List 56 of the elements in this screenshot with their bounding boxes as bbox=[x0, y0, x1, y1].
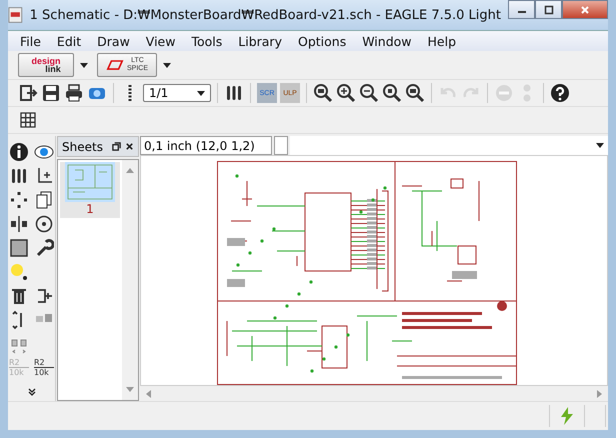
window-title: 1 Schematic - D:₩MonsterBoard₩RedBoard-v21.sch - EAGLE 7.5.0 Light bbox=[30, 8, 501, 22]
close-icon[interactable] bbox=[125, 142, 134, 151]
sheet-item[interactable]: 1 bbox=[60, 162, 120, 218]
zoom-in-icon[interactable] bbox=[336, 83, 356, 103]
zoom-last-icon[interactable] bbox=[405, 83, 425, 103]
menu-item[interactable]: View bbox=[138, 34, 184, 48]
copy-icon[interactable] bbox=[34, 190, 54, 210]
zoom-select-icon[interactable] bbox=[382, 83, 402, 103]
command-toggle[interactable] bbox=[274, 136, 288, 155]
rotate-icon[interactable] bbox=[34, 214, 54, 234]
value-tool[interactable]: R2 10k bbox=[34, 358, 54, 377]
print-icon[interactable] bbox=[64, 83, 84, 103]
menu-item[interactable]: Draw bbox=[89, 34, 138, 48]
group-icon[interactable] bbox=[9, 238, 29, 258]
dropdown-icon[interactable] bbox=[80, 62, 88, 68]
paste-icon[interactable] bbox=[9, 262, 29, 282]
caret-icon bbox=[596, 143, 604, 148]
sheet-select[interactable]: 1/1 bbox=[143, 84, 211, 102]
change-icon[interactable] bbox=[34, 238, 54, 258]
minimize-icon bbox=[518, 11, 526, 13]
info-icon[interactable] bbox=[9, 142, 29, 162]
caret-icon bbox=[197, 90, 205, 96]
menu-item[interactable]: File bbox=[12, 34, 49, 48]
grid-icon[interactable] bbox=[18, 110, 38, 130]
float-icon[interactable] bbox=[112, 142, 121, 151]
restore-icon bbox=[544, 4, 554, 14]
save-icon[interactable] bbox=[41, 83, 61, 103]
panel-title: Sheets bbox=[62, 140, 104, 154]
zoom-fit-icon[interactable] bbox=[313, 83, 333, 103]
menu-item[interactable]: Help bbox=[420, 34, 464, 48]
design-link-button[interactable]: design link bbox=[18, 53, 74, 77]
close-icon bbox=[580, 4, 590, 14]
logo-icon bbox=[106, 58, 124, 72]
layers-icon[interactable] bbox=[9, 166, 29, 186]
menu-item[interactable]: Tools bbox=[183, 34, 230, 48]
script-icon[interactable] bbox=[18, 83, 38, 103]
close-button[interactable] bbox=[562, 0, 608, 19]
help-icon[interactable] bbox=[550, 83, 570, 103]
delete-icon[interactable] bbox=[9, 286, 29, 306]
command-field[interactable] bbox=[290, 136, 608, 155]
menu-item[interactable]: Options bbox=[290, 34, 354, 48]
document-icon bbox=[8, 6, 23, 24]
menu-item[interactable]: Library bbox=[230, 34, 290, 48]
dropdown-icon[interactable] bbox=[163, 62, 172, 68]
move-icon[interactable] bbox=[9, 190, 29, 210]
maximize-button[interactable] bbox=[535, 0, 562, 19]
grid-field[interactable]: 0,1 inch (12,0 1,2) bbox=[140, 136, 272, 155]
layers-icon[interactable] bbox=[224, 83, 244, 103]
mirror-icon[interactable] bbox=[9, 214, 29, 234]
expand-icon[interactable] bbox=[28, 388, 36, 396]
menu-item[interactable]: Edit bbox=[48, 34, 90, 48]
sheet-number: 1 bbox=[86, 202, 94, 216]
menu-item[interactable]: Window bbox=[354, 34, 420, 48]
sheet-thumbnail bbox=[64, 162, 116, 202]
zoom-out-icon[interactable] bbox=[359, 83, 379, 103]
minimize-button[interactable] bbox=[508, 0, 535, 19]
